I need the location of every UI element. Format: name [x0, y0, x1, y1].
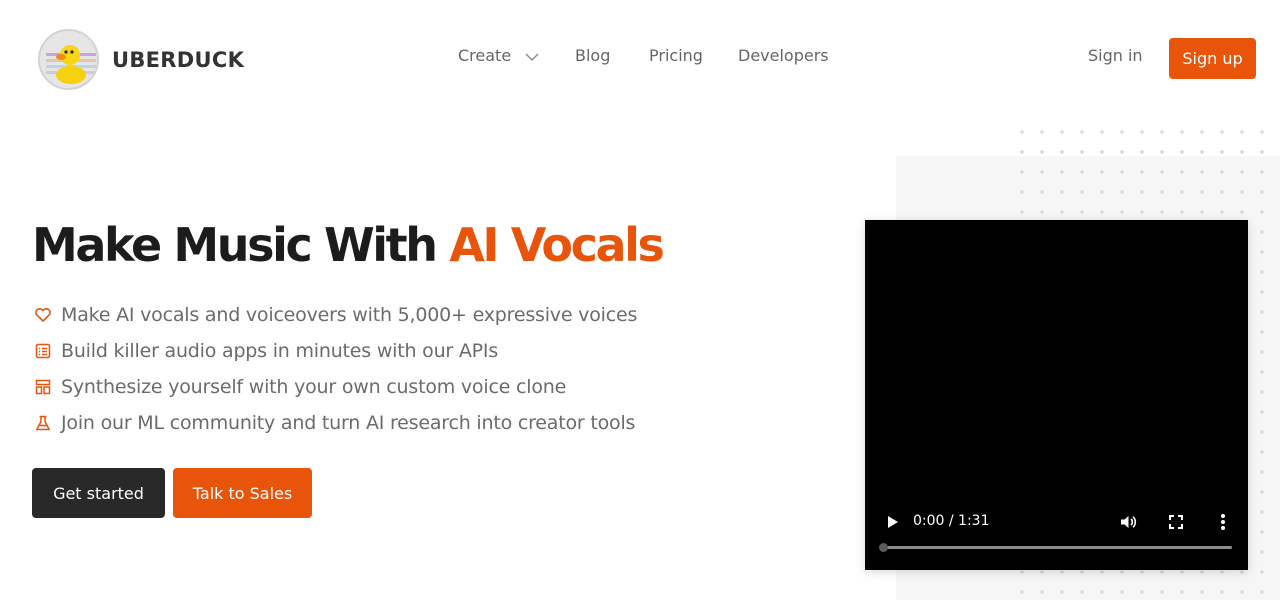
list-icon	[34, 342, 52, 360]
feature-text: Build killer audio apps in minutes with …	[61, 340, 499, 362]
video-player[interactable]: 0:00 / 1:31	[865, 220, 1248, 570]
feature-item: Synthesize yourself with your own custom…	[34, 374, 566, 400]
heart-icon	[34, 306, 52, 324]
flask-icon	[34, 414, 52, 432]
site-header: UBERDUCK Create Blog Pricing Developers …	[0, 0, 1280, 116]
nav-item-blog[interactable]: Blog	[575, 46, 610, 65]
feature-text: Synthesize yourself with your own custom…	[61, 376, 567, 398]
sign-in-link[interactable]: Sign in	[1088, 46, 1143, 65]
more-options-icon[interactable]	[1217, 512, 1229, 532]
video-progress-bar[interactable]	[879, 543, 1232, 552]
feature-item: Build killer audio apps in minutes with …	[34, 338, 498, 364]
talk-to-sales-button[interactable]: Talk to Sales	[173, 468, 312, 518]
volume-icon[interactable]	[1118, 512, 1138, 532]
layout-icon	[34, 378, 52, 396]
hero-title-accent: AI Vocals	[449, 218, 665, 272]
page: UBERDUCK Create Blog Pricing Developers …	[0, 0, 1280, 600]
get-started-button[interactable]: Get started	[32, 468, 165, 518]
fullscreen-icon[interactable]	[1167, 513, 1185, 531]
feature-item: Make AI vocals and voiceovers with 5,000…	[34, 302, 637, 328]
brand-name: UBERDUCK	[112, 47, 245, 72]
chevron-down-icon	[525, 49, 539, 63]
sign-up-button[interactable]: Sign up	[1169, 38, 1256, 79]
play-icon[interactable]	[885, 513, 901, 531]
nav-item-create[interactable]: Create	[458, 46, 539, 65]
video-progress-thumb[interactable]	[879, 543, 888, 552]
brand-logo[interactable]: UBERDUCK	[38, 29, 244, 90]
nav-item-label: Create	[458, 46, 512, 65]
duck-logo-icon	[38, 29, 99, 90]
feature-text: Make AI vocals and voiceovers with 5,000…	[61, 304, 638, 326]
feature-text: Join our ML community and turn AI resear…	[61, 412, 636, 434]
feature-item: Join our ML community and turn AI resear…	[34, 410, 635, 436]
hero-title: Make Music With AI Vocals	[32, 218, 665, 272]
nav-item-developers[interactable]: Developers	[738, 46, 829, 65]
video-time: 0:00 / 1:31	[913, 513, 990, 529]
hero-title-main: Make Music With	[32, 218, 450, 272]
nav-item-pricing[interactable]: Pricing	[649, 46, 703, 65]
